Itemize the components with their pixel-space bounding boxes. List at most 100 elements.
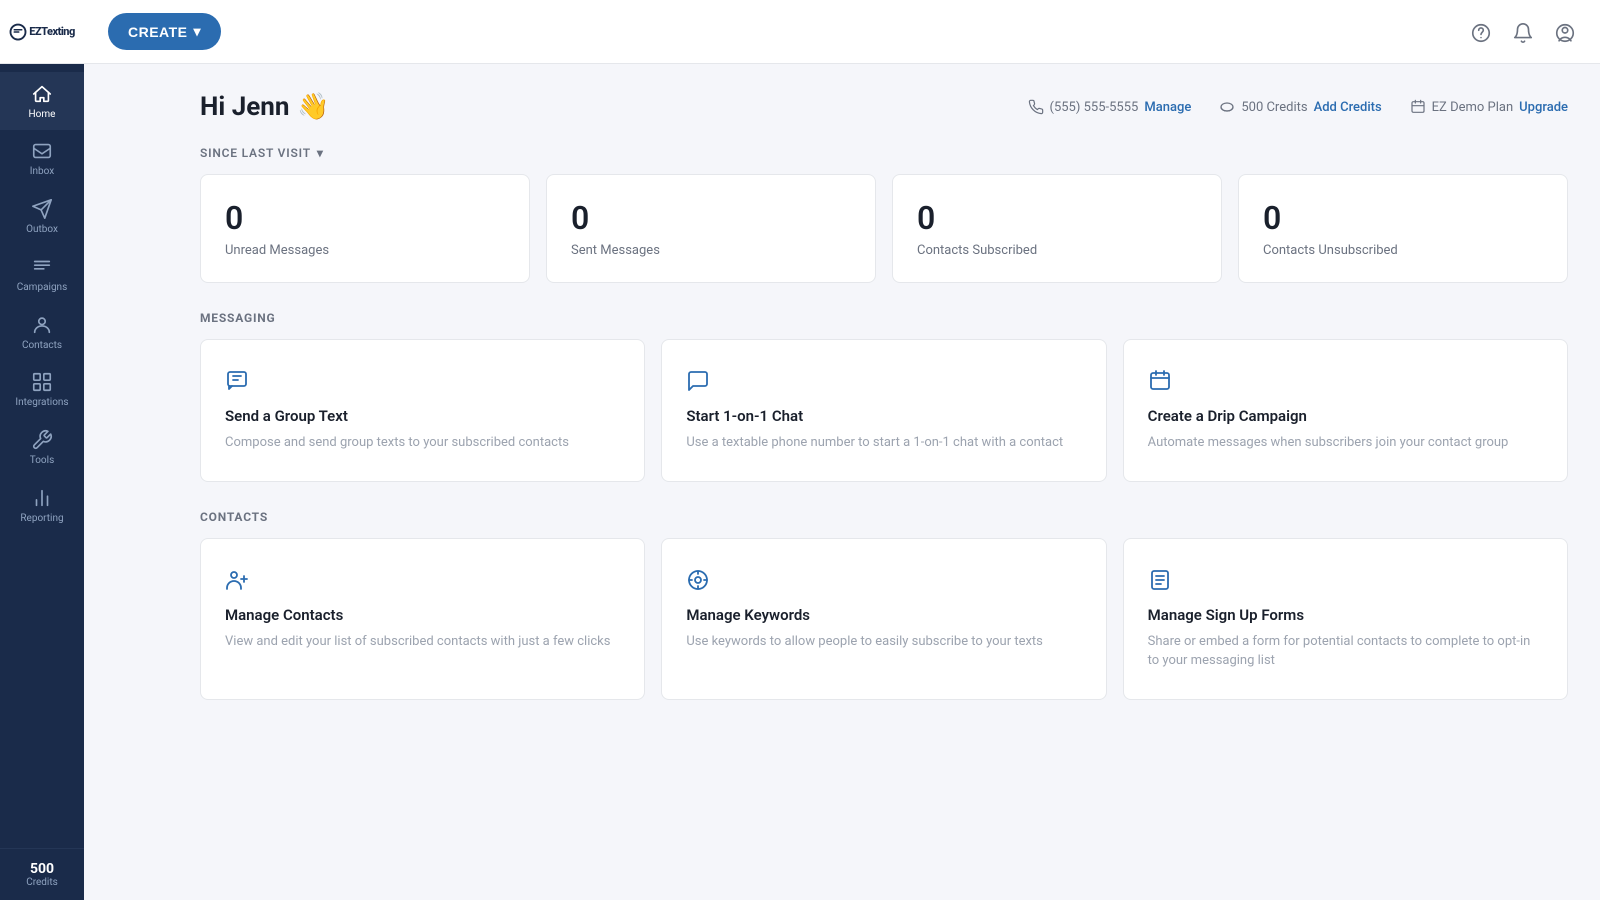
- plan-icon: [1410, 99, 1426, 115]
- send-group-text-title: Send a Group Text: [225, 407, 620, 425]
- chevron-down-icon: ▾: [317, 146, 324, 160]
- stat-contacts-unsubscribed: 0 Contacts Unsubscribed: [1238, 174, 1568, 283]
- stat-unsubscribed-value: 0: [1263, 199, 1543, 237]
- header-info: (555) 555-5555 Manage 500 Credits Add Cr…: [1028, 99, 1569, 115]
- campaigns-label: Campaigns: [17, 282, 68, 293]
- manage-signup-forms-title: Manage Sign Up Forms: [1148, 606, 1543, 624]
- sidebar-item-reporting[interactable]: Reporting: [0, 476, 84, 534]
- inbox-icon: [31, 140, 53, 163]
- start-chat-title: Start 1-on-1 Chat: [686, 407, 1081, 425]
- sidebar-credits-number: 500: [4, 861, 80, 877]
- credits-value: 500 Credits: [1241, 100, 1307, 115]
- contacts-section-title: CONTACTS: [200, 510, 1568, 524]
- plan-name: EZ Demo Plan: [1432, 100, 1513, 115]
- sidebar-item-integrations[interactable]: Integrations: [0, 361, 84, 419]
- card-manage-signup-forms[interactable]: Manage Sign Up Forms Share or embed a fo…: [1123, 538, 1568, 700]
- sidebar-item-outbox[interactable]: Outbox: [0, 187, 84, 245]
- manage-keywords-desc: Use keywords to allow people to easily s…: [686, 632, 1081, 652]
- credits-info: 500 Credits Add Credits: [1219, 99, 1381, 115]
- stat-unread-messages: 0 Unread Messages: [200, 174, 530, 283]
- user-avatar-icon[interactable]: [1554, 19, 1576, 44]
- stat-sent-value: 0: [571, 199, 851, 237]
- tools-label: Tools: [30, 455, 54, 466]
- card-send-group-text[interactable]: Send a Group Text Compose and send group…: [200, 339, 645, 482]
- integrations-label: Integrations: [15, 397, 68, 408]
- logo-icon: [9, 23, 27, 41]
- sidebar-item-tools[interactable]: Tools: [0, 418, 84, 476]
- reporting-label: Reporting: [20, 513, 63, 524]
- outbox-icon: [31, 197, 53, 220]
- page-header: Hi Jenn 👋 (555) 555-5555 Manage 500 Cred…: [200, 92, 1568, 122]
- plan-info: EZ Demo Plan Upgrade: [1410, 99, 1568, 115]
- drip-campaign-desc: Automate messages when subscribers join …: [1148, 433, 1543, 453]
- tools-icon: [31, 428, 53, 451]
- sidebar-item-campaigns[interactable]: Campaigns: [0, 245, 84, 303]
- manage-contacts-title: Manage Contacts: [225, 606, 620, 624]
- create-chevron-icon: ▾: [194, 23, 202, 40]
- sidebar: EZTexting Home Inbox Outbox: [0, 0, 84, 900]
- sidebar-item-home[interactable]: Home: [0, 72, 84, 130]
- stat-unread-value: 0: [225, 199, 505, 237]
- messaging-cards: Send a Group Text Compose and send group…: [200, 339, 1568, 482]
- outbox-label: Outbox: [26, 224, 58, 235]
- stat-sent-label: Sent Messages: [571, 243, 851, 258]
- stats-row: 0 Unread Messages 0 Sent Messages 0 Cont…: [200, 174, 1568, 283]
- contacts-icon: [31, 313, 53, 336]
- topbar-left: CREATE ▾: [108, 13, 221, 50]
- upgrade-link[interactable]: Upgrade: [1519, 100, 1568, 115]
- greeting-emoji: 👋: [297, 92, 329, 122]
- create-button-label: CREATE: [128, 24, 188, 40]
- card-manage-keywords[interactable]: Manage Keywords Use keywords to allow pe…: [661, 538, 1106, 700]
- manage-signup-forms-icon: [1148, 567, 1543, 592]
- manage-contacts-desc: View and edit your list of subscribed co…: [225, 632, 620, 652]
- manage-link[interactable]: Manage: [1144, 100, 1191, 115]
- drip-campaign-title: Create a Drip Campaign: [1148, 407, 1543, 425]
- manage-signup-forms-desc: Share or embed a form for potential cont…: [1148, 632, 1543, 671]
- greeting: Hi Jenn 👋: [200, 92, 330, 122]
- add-credits-link[interactable]: Add Credits: [1314, 100, 1382, 115]
- card-manage-contacts[interactable]: Manage Contacts View and edit your list …: [200, 538, 645, 700]
- logo-text: EZTexting: [9, 23, 75, 41]
- card-drip-campaign[interactable]: Create a Drip Campaign Automate messages…: [1123, 339, 1568, 482]
- notifications-icon[interactable]: [1512, 19, 1534, 44]
- help-icon[interactable]: [1470, 19, 1492, 44]
- since-last-visit-header[interactable]: SINCE LAST VISIT ▾: [200, 146, 1568, 160]
- credits-icon: [1219, 99, 1235, 115]
- campaigns-icon: [31, 255, 53, 278]
- create-button[interactable]: CREATE ▾: [108, 13, 221, 50]
- manage-keywords-title: Manage Keywords: [686, 606, 1081, 624]
- start-chat-icon: [686, 368, 1081, 393]
- sidebar-credits-sub: Credits: [4, 877, 80, 888]
- stat-unread-label: Unread Messages: [225, 243, 505, 258]
- topbar-right: [1470, 19, 1576, 44]
- home-icon: [31, 82, 53, 105]
- stat-subscribed-label: Contacts Subscribed: [917, 243, 1197, 258]
- stat-subscribed-value: 0: [917, 199, 1197, 237]
- contacts-label: Contacts: [22, 340, 62, 351]
- sidebar-item-contacts[interactable]: Contacts: [0, 303, 84, 361]
- sidebar-credits: 500 Credits: [0, 848, 84, 900]
- messaging-section-title: MESSAGING: [200, 311, 1568, 325]
- send-group-text-desc: Compose and send group texts to your sub…: [225, 433, 620, 453]
- since-last-visit-label: SINCE LAST VISIT: [200, 146, 311, 160]
- phone-number: (555) 555-5555: [1050, 100, 1139, 115]
- stat-contacts-subscribed: 0 Contacts Subscribed: [892, 174, 1222, 283]
- integrations-icon: [31, 371, 53, 394]
- topbar: CREATE ▾: [84, 0, 1600, 64]
- card-start-chat[interactable]: Start 1-on-1 Chat Use a textable phone n…: [661, 339, 1106, 482]
- contacts-cards: Manage Contacts View and edit your list …: [200, 538, 1568, 700]
- start-chat-desc: Use a textable phone number to start a 1…: [686, 433, 1081, 453]
- sidebar-nav: Home Inbox Outbox Campaigns: [0, 64, 84, 848]
- phone-info: (555) 555-5555 Manage: [1028, 99, 1192, 115]
- greeting-text: Hi Jenn: [200, 92, 289, 122]
- stat-sent-messages: 0 Sent Messages: [546, 174, 876, 283]
- logo: EZTexting: [0, 0, 84, 64]
- manage-contacts-icon: [225, 567, 620, 592]
- drip-campaign-icon: [1148, 368, 1543, 393]
- manage-keywords-icon: [686, 567, 1081, 592]
- send-group-text-icon: [225, 368, 620, 393]
- sidebar-item-inbox[interactable]: Inbox: [0, 130, 84, 188]
- reporting-icon: [31, 486, 53, 509]
- main-content: Hi Jenn 👋 (555) 555-5555 Manage 500 Cred…: [168, 64, 1600, 900]
- phone-icon: [1028, 99, 1044, 115]
